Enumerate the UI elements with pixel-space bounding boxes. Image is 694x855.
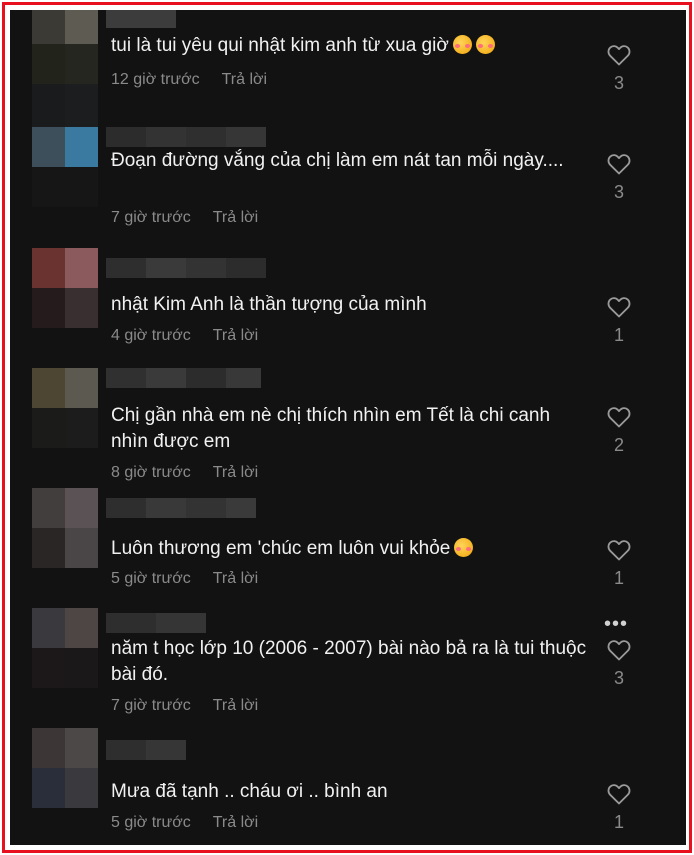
heart-outline-icon (607, 154, 631, 175)
username-blurred[interactable] (106, 10, 176, 28)
heart-outline-icon (607, 640, 631, 661)
comment-time: 8 giờ trước (111, 464, 191, 481)
avatar[interactable] (32, 368, 98, 448)
avatar[interactable] (32, 608, 98, 688)
smiling-face-with-hearts-icon (452, 35, 472, 54)
comment-time: 5 giờ trước (111, 814, 191, 831)
like-count: 1 (613, 568, 624, 588)
comment-meta: 5 giờ trước Trả lời (111, 813, 258, 833)
like-count: 3 (613, 668, 624, 688)
username-blurred[interactable] (106, 258, 266, 278)
comment-time: 4 giờ trước (111, 327, 191, 344)
like-button[interactable]: 1 (604, 783, 634, 832)
username-blurred[interactable] (106, 740, 186, 760)
avatar[interactable] (32, 10, 98, 84)
comment-time: 7 giờ trước (111, 209, 191, 226)
smiling-face-with-hearts-icon (454, 538, 474, 557)
comment-meta: 7 giờ trước Trả lời (111, 696, 258, 716)
reply-button[interactable]: Trả lời (222, 70, 267, 90)
like-button[interactable]: 3 (604, 44, 634, 93)
username-blurred[interactable] (106, 368, 261, 388)
more-horizontal-icon[interactable]: ••• (604, 614, 628, 634)
comment-text: Chị gần nhà em nè chị thích nhìn em Tết … (111, 405, 551, 452)
like-count: 1 (613, 325, 624, 345)
comment-time: 7 giờ trước (111, 697, 191, 714)
reply-button[interactable]: Trả lời (213, 813, 258, 833)
avatar-shadow (32, 84, 98, 128)
heart-outline-icon (607, 297, 631, 318)
like-count: 2 (613, 435, 624, 455)
heart-outline-icon (607, 45, 631, 66)
avatar[interactable] (32, 127, 98, 207)
comment-meta: 12 giờ trước Trả lời (111, 70, 267, 90)
smiling-face-with-hearts-icon (475, 35, 495, 54)
comment-text: Đoạn đường vắng của chị làm em nát tan m… (111, 150, 564, 171)
like-count: 3 (613, 73, 624, 93)
comment-time: 12 giờ trước (111, 71, 200, 88)
comments-panel: tui là tui yêu qui nhật kim anh từ xua g… (10, 10, 686, 845)
avatar[interactable] (32, 248, 98, 328)
heart-outline-icon (607, 540, 631, 561)
username-blurred[interactable] (106, 613, 206, 633)
like-button[interactable]: 1 (604, 539, 634, 588)
comment-text: nhật Kim Anh là thần tượng của mình (111, 294, 427, 315)
comment-meta: 4 giờ trước Trả lời (111, 326, 258, 346)
reply-button[interactable]: Trả lời (213, 208, 258, 228)
heart-outline-icon (607, 784, 631, 805)
reply-button[interactable]: Trả lời (213, 463, 258, 483)
username-blurred[interactable] (106, 498, 256, 518)
comment-text: tui là tui yêu qui nhật kim anh từ xua g… (111, 33, 591, 59)
like-count: 3 (613, 182, 624, 202)
reply-button[interactable]: Trả lời (213, 696, 258, 716)
reply-button[interactable]: Trả lời (213, 326, 258, 346)
comment-meta: 7 giờ trước Trả lời (111, 208, 258, 228)
comment-time: 5 giờ trước (111, 570, 191, 587)
avatar[interactable] (32, 728, 98, 808)
like-button[interactable]: 2 (604, 406, 634, 455)
avatar[interactable] (32, 488, 98, 568)
comment-text: năm t học lớp 10 (2006 - 2007) bài nào b… (111, 638, 587, 685)
like-count: 1 (613, 812, 624, 832)
comment-text: Mưa đã tạnh .. cháu ơi .. bình an (111, 781, 388, 802)
comment-meta: 5 giờ trước Trả lời (111, 569, 258, 589)
like-button[interactable]: 3 (604, 639, 634, 688)
comment-meta: 8 giờ trước Trả lời (111, 463, 258, 483)
heart-outline-icon (607, 407, 631, 428)
reply-button[interactable]: Trả lời (213, 569, 258, 589)
like-button[interactable]: 3 (604, 153, 634, 202)
username-blurred[interactable] (106, 127, 266, 147)
comment-text: Luôn thương em 'chúc em luôn vui khỏe (111, 536, 591, 562)
like-button[interactable]: 1 (604, 296, 634, 345)
